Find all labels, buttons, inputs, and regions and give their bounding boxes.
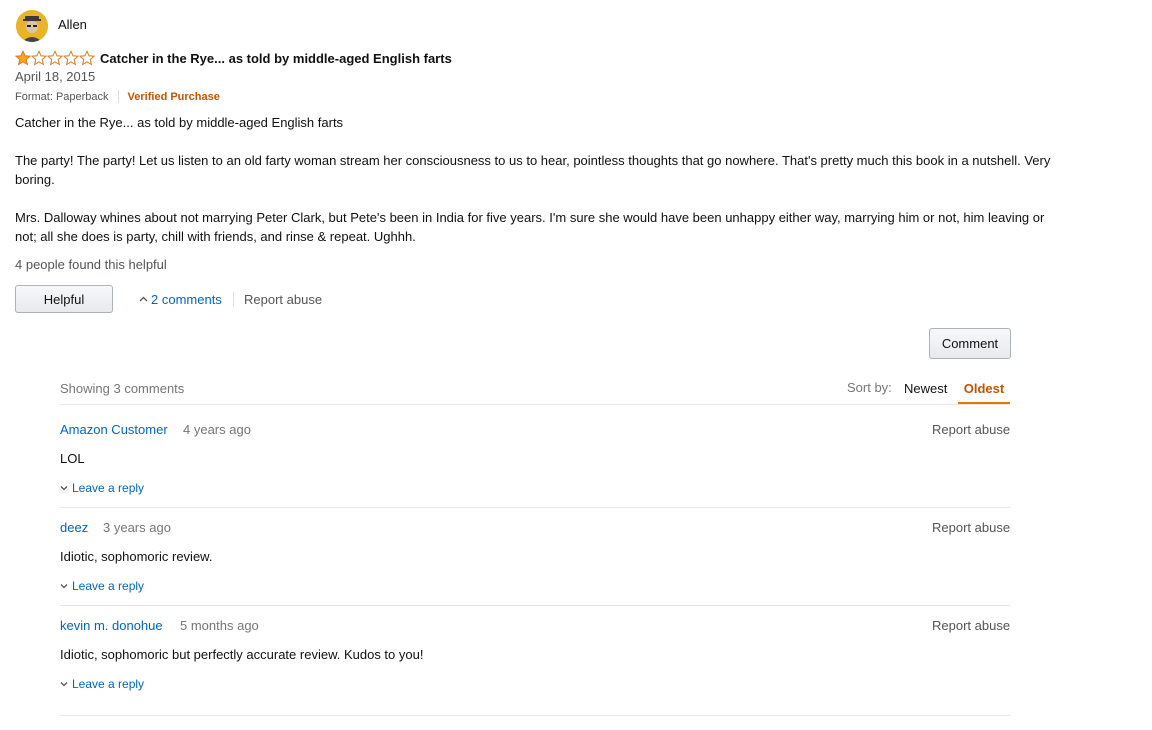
divider bbox=[60, 507, 1010, 508]
comment-button[interactable]: Comment bbox=[929, 328, 1011, 359]
leave-reply-link[interactable]: Leave a reply bbox=[60, 579, 144, 593]
comment-author[interactable]: deez bbox=[60, 520, 88, 535]
comments-toggle-link[interactable]: 2 comments bbox=[139, 292, 222, 307]
leave-reply-label: Leave a reply bbox=[72, 481, 145, 495]
star-empty-icon bbox=[31, 50, 47, 66]
review-meta: Format: Paperback Verified Purchase bbox=[15, 90, 220, 103]
leave-reply-link[interactable]: Leave a reply bbox=[60, 481, 144, 495]
avatar[interactable] bbox=[16, 10, 48, 42]
report-abuse-link[interactable]: Report abuse bbox=[244, 292, 322, 307]
verified-purchase-badge: Verified Purchase bbox=[127, 90, 220, 103]
comment-timestamp: 4 years ago bbox=[183, 422, 251, 437]
chevron-down-icon bbox=[60, 682, 68, 687]
comment-text: LOL bbox=[60, 451, 85, 466]
divider bbox=[60, 715, 1010, 716]
star-empty-icon bbox=[47, 50, 63, 66]
review-paragraph: The party! The party! Let us listen to a… bbox=[15, 153, 1051, 187]
chevron-down-icon bbox=[60, 486, 68, 491]
star-empty-icon bbox=[63, 50, 79, 66]
comment-author[interactable]: kevin m. donohue bbox=[60, 618, 163, 633]
comments-count-label: Showing 3 comments bbox=[60, 381, 185, 396]
avatar-image bbox=[16, 10, 48, 42]
review-title[interactable]: Catcher in the Rye... as told by middle-… bbox=[100, 51, 452, 66]
divider bbox=[117, 90, 119, 103]
comment-report-abuse-link[interactable]: Report abuse bbox=[932, 422, 1010, 437]
comment-timestamp: 5 months ago bbox=[180, 618, 259, 633]
comment-report-abuse-link[interactable]: Report abuse bbox=[932, 520, 1010, 535]
chevron-down-icon bbox=[60, 584, 68, 589]
review-paragraph: Catcher in the Rye... as told by middle-… bbox=[15, 115, 344, 130]
chevron-up-icon bbox=[139, 296, 148, 302]
leave-reply-label: Leave a reply bbox=[72, 579, 145, 593]
comment-timestamp: 3 years ago bbox=[103, 520, 171, 535]
sort-by-label: Sort by: bbox=[847, 380, 892, 395]
comment-report-abuse-link[interactable]: Report abuse bbox=[932, 618, 1010, 633]
sort-newest-tab[interactable]: Newest bbox=[904, 381, 947, 396]
comment-text: Idiotic, sophomoric review. bbox=[60, 549, 213, 564]
review-author[interactable]: Allen bbox=[58, 17, 87, 32]
divider bbox=[60, 404, 1010, 405]
format-label[interactable]: Format: Paperback bbox=[15, 91, 109, 103]
review-date: April 18, 2015 bbox=[15, 69, 96, 84]
review-body: Catcher in the Rye... as told by middle-… bbox=[15, 113, 1065, 265]
divider bbox=[233, 292, 234, 307]
star-filled-icon bbox=[15, 50, 31, 66]
comment-text: Idiotic, sophomoric but perfectly accura… bbox=[60, 647, 424, 662]
helpful-button[interactable]: Helpful bbox=[15, 285, 113, 313]
divider bbox=[60, 605, 1010, 606]
star-empty-icon bbox=[79, 50, 95, 66]
leave-reply-link[interactable]: Leave a reply bbox=[60, 677, 144, 691]
helpful-count: 4 people found this helpful bbox=[15, 257, 167, 272]
review-paragraph: Mrs. Dalloway whines about not marrying … bbox=[15, 210, 1045, 244]
star-rating[interactable] bbox=[15, 50, 95, 66]
sort-oldest-tab[interactable]: Oldest bbox=[958, 381, 1010, 396]
comments-count: 2 comments bbox=[151, 292, 222, 307]
comment-author[interactable]: Amazon Customer bbox=[60, 422, 168, 437]
leave-reply-label: Leave a reply bbox=[72, 677, 145, 691]
